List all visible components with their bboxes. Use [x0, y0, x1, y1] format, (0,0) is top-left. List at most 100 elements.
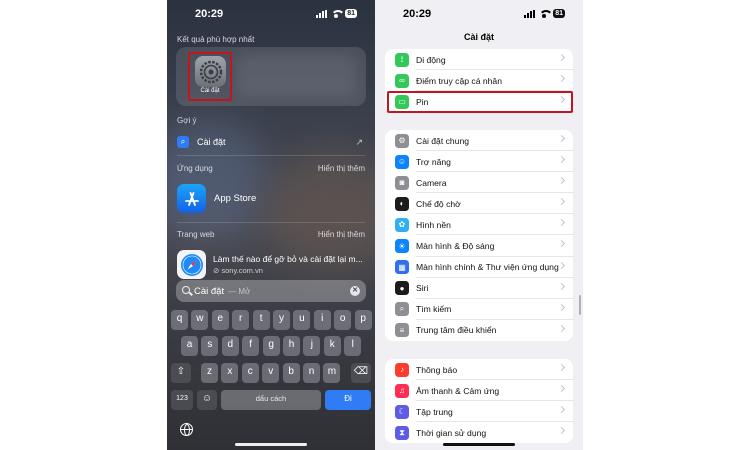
key-m[interactable]: m	[323, 363, 341, 383]
settings-row-label: Trợ năng	[416, 156, 451, 167]
globe-icon[interactable]	[180, 423, 193, 436]
settings-app-icon[interactable]	[195, 56, 226, 87]
chevron-right-icon	[557, 385, 566, 393]
settings-row[interactable]: ◙ Camera	[385, 172, 573, 194]
key-u[interactable]: u	[293, 310, 311, 330]
signal-icon	[316, 9, 328, 18]
key-v[interactable]: v	[262, 363, 280, 383]
settings-row-label: Chế độ chờ	[416, 198, 461, 209]
emoji-key[interactable]: ☺	[197, 390, 217, 410]
key-t[interactable]: t	[252, 310, 270, 330]
search-icon	[182, 286, 190, 294]
clear-icon[interactable]: ✕	[350, 286, 360, 296]
settings-row-label: Siri	[416, 283, 429, 294]
top-hit-card[interactable]: Cài đặt	[176, 47, 366, 106]
web-url-text: sony.com.vn	[221, 266, 263, 275]
key-d[interactable]: d	[221, 336, 239, 356]
key-a[interactable]: a	[181, 336, 198, 356]
settings-row[interactable]: ♪ Thông báo	[385, 359, 573, 381]
settings-row[interactable]: ✿ Hình nền	[385, 214, 573, 236]
key-n[interactable]: n	[303, 363, 320, 383]
settings-row-label: Thời gian sử dụng	[416, 427, 487, 438]
page-title: Cài đặt	[463, 32, 494, 42]
battery-icon: 81	[345, 9, 357, 18]
settings-row[interactable]: ⌕ Tìm kiếm	[385, 299, 573, 320]
key-y[interactable]: y	[273, 310, 290, 330]
key-f[interactable]: f	[242, 336, 260, 356]
settings-row[interactable]: ☺ Trợ năng	[385, 151, 573, 173]
settings-row-label: Di động	[416, 54, 446, 65]
link-icon: ∞	[395, 73, 409, 88]
signal-icon	[524, 9, 536, 18]
key-s[interactable]: s	[201, 336, 219, 356]
settings-row[interactable]: ▦ Màn hình chính & Thư viện ứng dụng	[385, 257, 573, 278]
settings-row-label: Tìm kiếm	[416, 304, 452, 315]
chevron-right-icon	[557, 324, 566, 332]
key-j[interactable]: j	[303, 336, 321, 356]
app-result-row[interactable]: App Store	[177, 184, 365, 213]
key-i[interactable]: i	[313, 310, 331, 330]
gear-icon	[199, 60, 222, 83]
numbers-key[interactable]: 123	[171, 390, 193, 410]
settings-row[interactable]: ⟟ Di động	[385, 49, 573, 71]
search-icon: ⌕	[395, 302, 409, 317]
key-h[interactable]: h	[283, 336, 300, 356]
scrollbar[interactable]	[579, 295, 581, 315]
shift-key[interactable]: ⇧	[171, 363, 191, 383]
apps-show-more-link[interactable]: Hiển thị thêm	[318, 164, 365, 173]
web-heading: Trang web	[177, 230, 215, 239]
speaker-icon: ♫	[395, 383, 409, 398]
chevron-right-icon	[557, 261, 566, 269]
settings-row[interactable]: ● Siri	[385, 278, 573, 299]
settings-app-label: Cài đặt	[200, 88, 220, 94]
chevron-right-icon	[557, 53, 566, 62]
space-key[interactable]: dấu cách	[221, 390, 321, 410]
search-query: Cài đặt	[194, 285, 225, 297]
search-field[interactable]: Cài đặt — Mở ✕	[176, 280, 366, 302]
key-z[interactable]: z	[201, 363, 218, 383]
chevron-right-icon	[557, 156, 566, 164]
key-q[interactable]: q	[171, 310, 188, 330]
key-e[interactable]: e	[211, 310, 229, 330]
siri-icon: ●	[395, 281, 409, 296]
settings-row[interactable]: ⚙ Cài đặt chung	[385, 130, 573, 152]
settings-row-label: Điểm truy cập cá nhân	[416, 75, 502, 86]
key-r[interactable]: r	[232, 310, 250, 330]
settings-row[interactable]: ≡ Trung tâm điều khiển	[385, 320, 573, 341]
safari-icon	[177, 250, 206, 279]
search-open-hint: — Mở	[228, 286, 251, 296]
settings-row[interactable]: ♫ Âm thanh & Cảm ứng	[385, 380, 573, 402]
settings-row[interactable]: ◐ Chế độ chờ	[385, 193, 573, 215]
keyboard: qwertyuiop asdfghjkl ⇧ ⌫ zxcvbnm 123 ☺ d…	[167, 305, 375, 450]
chevron-right-icon	[557, 198, 566, 206]
hourglass-icon: ⧗	[395, 425, 409, 440]
delete-key[interactable]: ⌫	[351, 363, 371, 383]
keyboard-row-2: asdfghjkl	[167, 336, 375, 356]
web-show-more-link[interactable]: Hiển thị thêm	[318, 230, 365, 239]
settings-row[interactable]: ☀ Màn hình & Độ sáng	[385, 235, 573, 257]
key-l[interactable]: l	[344, 336, 362, 356]
settings-row[interactable]: ∞ Điểm truy cập cá nhân	[385, 70, 573, 92]
key-p[interactable]: p	[354, 310, 372, 330]
settings-row-label: Hình nền	[416, 219, 451, 230]
go-key[interactable]: Đi	[325, 390, 371, 410]
key-b[interactable]: b	[282, 363, 300, 383]
home-indicator	[443, 443, 515, 446]
settings-row[interactable]: ⧗ Thời gian sử dụng	[385, 422, 573, 443]
key-o[interactable]: o	[334, 310, 352, 330]
key-x[interactable]: x	[221, 363, 239, 383]
keyboard-row-3: ⇧ ⌫ zxcvbnm	[167, 363, 375, 383]
status-time: 20:29	[403, 8, 432, 20]
settings-row-label: Âm thanh & Cảm ứng	[416, 385, 500, 396]
key-w[interactable]: w	[191, 310, 209, 330]
settings-row[interactable]: ☾ Tập trung	[385, 401, 573, 423]
suggestion-row[interactable]: ⌕ Cài đặt ↗	[177, 135, 365, 149]
chevron-right-icon	[557, 303, 566, 311]
chevron-right-icon	[557, 134, 566, 143]
chevron-right-icon	[557, 240, 566, 248]
key-g[interactable]: g	[262, 336, 280, 356]
camera-icon: ◙	[395, 175, 409, 190]
key-c[interactable]: c	[241, 363, 259, 383]
key-k[interactable]: k	[323, 336, 341, 356]
keyboard-row-1: qwertyuiop	[167, 310, 375, 330]
